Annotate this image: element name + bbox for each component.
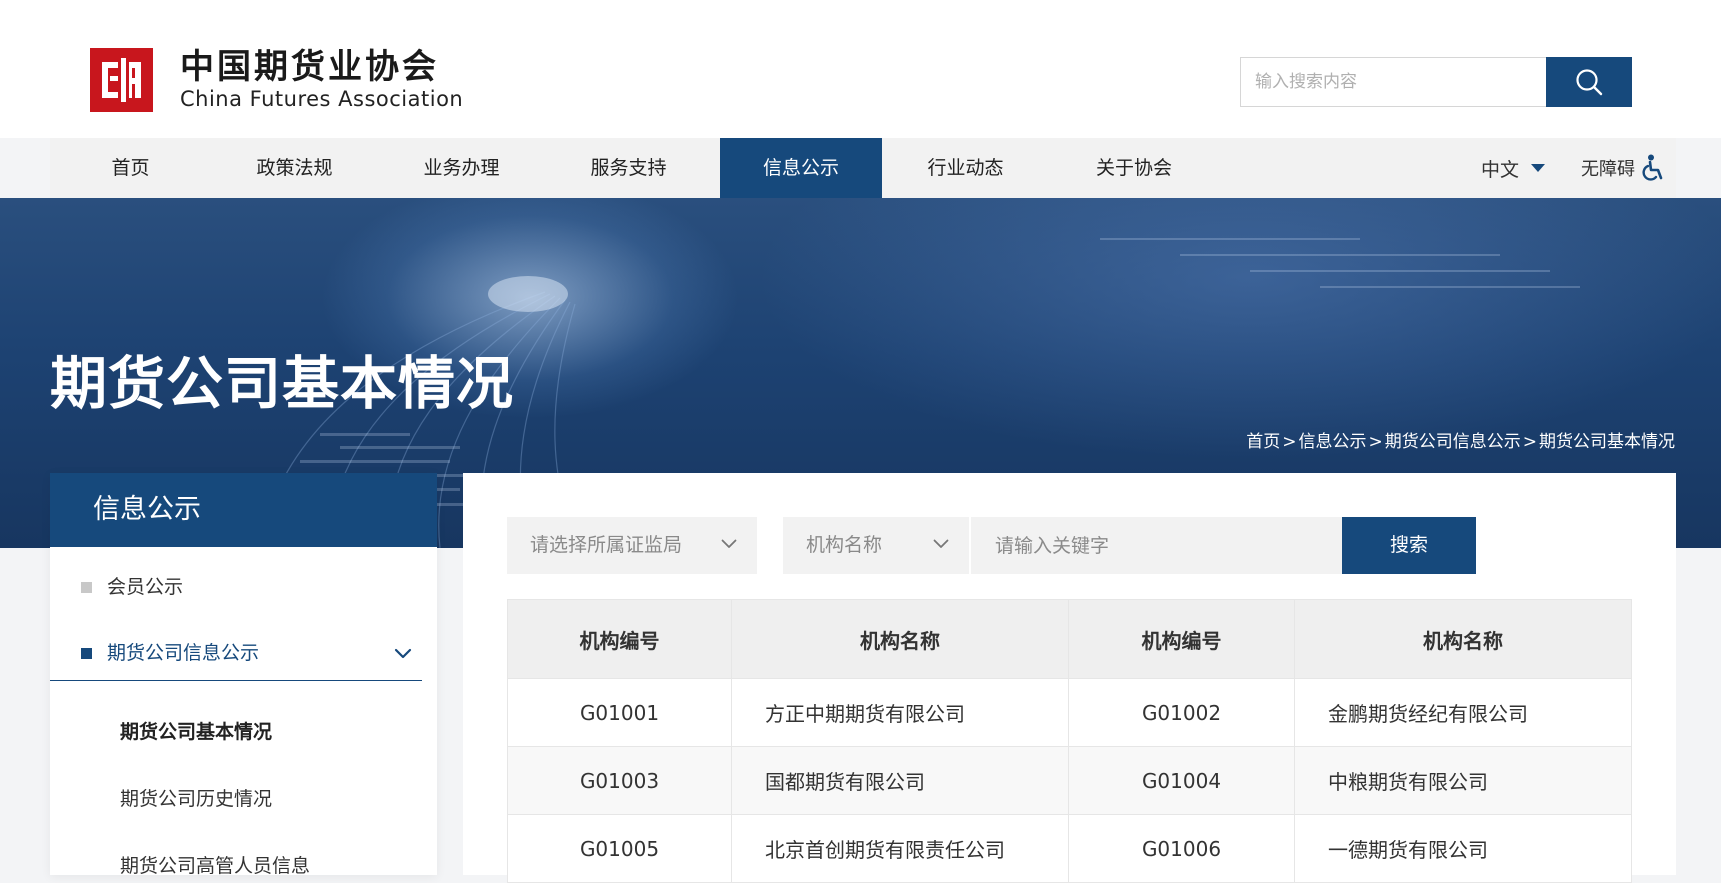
wheelchair-icon bbox=[1642, 154, 1663, 181]
table-header-row: 机构编号 机构名称 机构编号 机构名称 bbox=[507, 599, 1632, 679]
field-select-value: 机构名称 bbox=[806, 534, 883, 556]
column-header-code: 机构编号 bbox=[1068, 599, 1295, 679]
column-header-name: 机构名称 bbox=[731, 599, 1069, 679]
site-header: 中国期货业协会 China Futures Association bbox=[0, 0, 1721, 138]
chevron-down-icon bbox=[394, 648, 412, 659]
table-row: G01005 北京首创期货有限责任公司 G01006 一德期货有限公司 bbox=[507, 814, 1632, 883]
site-search-button[interactable] bbox=[1546, 57, 1632, 107]
chevron-down-icon bbox=[933, 539, 949, 548]
sidebar-item-company-disclosure[interactable]: 期货公司信息公示 bbox=[50, 631, 422, 681]
accessibility-link[interactable]: 无障碍 bbox=[1581, 138, 1665, 198]
nav-item-news[interactable]: 行业动态 bbox=[882, 138, 1049, 198]
table-row: G01003 国都期货有限公司 G01004 中粮期货有限公司 bbox=[507, 746, 1632, 815]
accessibility-label: 无障碍 bbox=[1581, 159, 1635, 180]
column-header-name: 机构名称 bbox=[1294, 599, 1632, 679]
filter-search-button[interactable]: 搜索 bbox=[1342, 517, 1476, 574]
cfa-logo-icon bbox=[90, 48, 153, 112]
nav-item-business[interactable]: 业务办理 bbox=[378, 138, 545, 198]
site-search bbox=[1240, 57, 1632, 107]
breadcrumb-company-disclosure[interactable]: 期货公司信息公示 bbox=[1385, 432, 1521, 452]
main-nav: 首页 政策法规 业务办理 服务支持 信息公示 行业动态 关于协会 中文 无障碍 bbox=[50, 138, 1676, 198]
square-bullet-icon bbox=[81, 648, 92, 659]
chevron-down-icon bbox=[721, 539, 737, 548]
site-logo[interactable]: 中国期货业协会 China Futures Association bbox=[90, 48, 463, 112]
nav-item-service[interactable]: 服务支持 bbox=[545, 138, 712, 198]
language-label: 中文 bbox=[1481, 158, 1520, 181]
table-cell-name-link[interactable]: 一德期货有限公司 bbox=[1294, 814, 1632, 883]
table-cell-name-link[interactable]: 金鹏期货经纪有限公司 bbox=[1294, 678, 1632, 747]
breadcrumb-current: 期货公司基本情况 bbox=[1539, 432, 1675, 452]
table-cell-code: G01001 bbox=[507, 678, 732, 747]
sidebar-subitem-executives[interactable]: 期货公司高管人员信息 bbox=[120, 851, 310, 878]
caret-down-icon bbox=[1531, 164, 1546, 172]
company-table: 机构编号 机构名称 机构编号 机构名称 G01001 方正中期期货有限公司 G0… bbox=[507, 599, 1632, 883]
breadcrumb-home[interactable]: 首页 bbox=[1246, 432, 1280, 452]
sidebar-item-label: 会员公示 bbox=[107, 576, 184, 598]
region-select[interactable]: 请选择所属证监局 bbox=[507, 517, 757, 574]
region-select-placeholder: 请选择所属证监局 bbox=[530, 534, 683, 556]
site-search-input[interactable] bbox=[1240, 57, 1546, 107]
main-content: 请选择所属证监局 机构名称 搜索 机构编号 机构名称 机构编号 机构名称 bbox=[463, 473, 1676, 883]
table-cell-name-link[interactable]: 北京首创期货有限责任公司 bbox=[731, 814, 1069, 883]
table-cell-code: G01006 bbox=[1068, 814, 1295, 883]
field-select[interactable]: 机构名称 bbox=[783, 517, 969, 574]
sidebar-subitem-history[interactable]: 期货公司历史情况 bbox=[120, 784, 272, 811]
table-cell-code: G01003 bbox=[507, 746, 732, 815]
nav-item-policy[interactable]: 政策法规 bbox=[211, 138, 378, 198]
column-header-code: 机构编号 bbox=[507, 599, 732, 679]
keyword-input[interactable] bbox=[971, 517, 1342, 574]
table-cell-name-link[interactable]: 中粮期货有限公司 bbox=[1294, 746, 1632, 815]
table-cell-code: G01002 bbox=[1068, 678, 1295, 747]
sidebar-subitem-basic-info[interactable]: 期货公司基本情况 bbox=[120, 717, 272, 744]
sidebar-item-members[interactable]: 会员公示 bbox=[50, 565, 422, 609]
page-title: 期货公司基本情况 bbox=[50, 351, 514, 417]
search-icon bbox=[1576, 69, 1603, 96]
nav-item-disclosure[interactable]: 信息公示 bbox=[720, 138, 882, 198]
sidebar: 信息公示 会员公示 期货公司信息公示 期货公司基本情况 期货公司历史情况 期货公… bbox=[50, 473, 437, 878]
breadcrumb: 首页 > 信息公示 > 期货公司信息公示 > 期货公司基本情况 bbox=[1246, 432, 1675, 452]
language-selector[interactable]: 中文 bbox=[1481, 138, 1546, 198]
breadcrumb-disclosure[interactable]: 信息公示 bbox=[1299, 432, 1367, 452]
sidebar-title: 信息公示 bbox=[50, 473, 437, 547]
logo-title-en: China Futures Association bbox=[180, 87, 464, 111]
table-cell-code: G01004 bbox=[1068, 746, 1295, 815]
nav-item-home[interactable]: 首页 bbox=[50, 138, 211, 198]
table-cell-name-link[interactable]: 国都期货有限公司 bbox=[731, 746, 1069, 815]
table-cell-name-link[interactable]: 方正中期期货有限公司 bbox=[731, 678, 1069, 747]
table-cell-code: G01005 bbox=[507, 814, 732, 883]
nav-item-about[interactable]: 关于协会 bbox=[1049, 138, 1219, 198]
table-row: G01001 方正中期期货有限公司 G01002 金鹏期货经纪有限公司 bbox=[507, 678, 1632, 747]
logo-title-cn: 中国期货业协会 bbox=[180, 47, 439, 87]
square-bullet-icon bbox=[81, 582, 92, 593]
sidebar-item-label: 期货公司信息公示 bbox=[107, 642, 260, 664]
